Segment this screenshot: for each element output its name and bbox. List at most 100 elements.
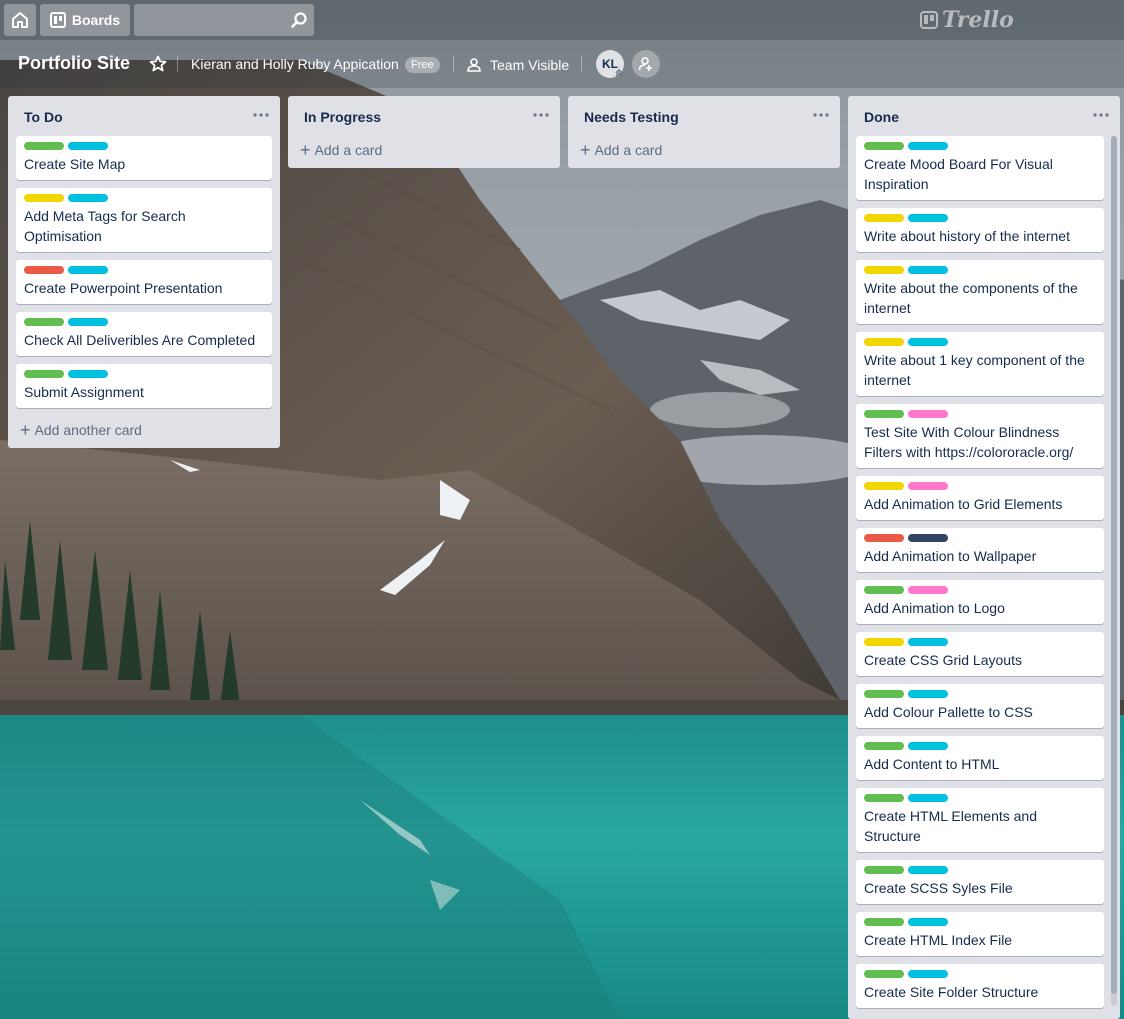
trello-logo-icon	[920, 11, 938, 29]
list-title[interactable]: Done	[864, 109, 899, 125]
label-sky[interactable]	[68, 370, 108, 378]
card[interactable]: Write about 1 key component of the inter…	[856, 332, 1104, 396]
add-card-button[interactable]: + Add another card	[16, 416, 272, 444]
label-green[interactable]	[864, 918, 904, 926]
card-labels	[864, 970, 1096, 978]
label-sky[interactable]	[908, 142, 948, 150]
label-yellow[interactable]	[864, 338, 904, 346]
add-card-button[interactable]: + Add a card	[296, 136, 552, 164]
label-green[interactable]	[24, 370, 64, 378]
card[interactable]: Add Meta Tags for Search Optimisation	[16, 188, 272, 252]
card[interactable]: Create CSS Grid Layouts	[856, 632, 1104, 676]
label-green[interactable]	[864, 866, 904, 874]
card[interactable]: Add Animation to Logo	[856, 580, 1104, 624]
scrollbar[interactable]	[1111, 136, 1117, 1006]
label-yellow[interactable]	[864, 638, 904, 646]
plan-badge: Free	[405, 57, 440, 73]
card[interactable]: Submit Assignment	[16, 364, 272, 408]
list-title[interactable]: In Progress	[304, 109, 381, 125]
card-labels	[864, 866, 1096, 874]
label-green[interactable]	[864, 410, 904, 418]
card[interactable]: Create Mood Board For Visual Inspiration	[856, 136, 1104, 200]
divider	[177, 56, 178, 72]
label-green[interactable]	[864, 742, 904, 750]
search-box[interactable]	[134, 4, 314, 36]
add-card-button[interactable]: + Add a card	[576, 136, 832, 164]
label-sky[interactable]	[908, 338, 948, 346]
list-title[interactable]: To Do	[24, 109, 63, 125]
label-green[interactable]	[864, 794, 904, 802]
card[interactable]: Write about the components of the intern…	[856, 260, 1104, 324]
card[interactable]: Add Animation to Grid Elements	[856, 476, 1104, 520]
card-title: Create Powerpoint Presentation	[24, 280, 223, 296]
label-sky[interactable]	[908, 742, 948, 750]
label-green[interactable]	[864, 142, 904, 150]
label-yellow[interactable]	[24, 194, 64, 202]
label-yellow[interactable]	[864, 214, 904, 222]
card[interactable]: Add Animation to Wallpaper	[856, 528, 1104, 572]
card[interactable]: Create HTML Index File	[856, 912, 1104, 956]
card[interactable]: Create Site Map	[16, 136, 272, 180]
label-green[interactable]	[864, 586, 904, 594]
label-pink[interactable]	[908, 482, 948, 490]
label-green[interactable]	[24, 142, 64, 150]
card-title: Check All Deliveribles Are Completed	[24, 332, 256, 348]
label-sky[interactable]	[908, 266, 948, 274]
label-sky[interactable]	[68, 266, 108, 274]
card[interactable]: Create Site Folder Structure	[856, 964, 1104, 1008]
label-sky[interactable]	[908, 638, 948, 646]
label-red[interactable]	[864, 534, 904, 542]
invite-button[interactable]	[632, 50, 660, 78]
label-sky[interactable]	[908, 866, 948, 874]
card-labels	[864, 918, 1096, 926]
label-yellow[interactable]	[864, 266, 904, 274]
boards-button[interactable]: Boards	[40, 4, 130, 36]
label-green[interactable]	[24, 318, 64, 326]
search-input[interactable]	[134, 4, 314, 36]
label-green[interactable]	[864, 690, 904, 698]
card[interactable]: Create Powerpoint Presentation	[16, 260, 272, 304]
label-sky[interactable]	[908, 214, 948, 222]
label-sky[interactable]	[68, 142, 108, 150]
trello-logo[interactable]: Trello	[920, 7, 1014, 33]
label-sky[interactable]	[68, 194, 108, 202]
label-red[interactable]	[24, 266, 64, 274]
more-icon[interactable]	[1092, 108, 1110, 122]
card[interactable]: Create HTML Elements and Structure	[856, 788, 1104, 852]
label-sky[interactable]	[908, 970, 948, 978]
card-labels	[864, 794, 1096, 802]
list-title[interactable]: Needs Testing	[584, 109, 679, 125]
scrollbar-thumb[interactable]	[1111, 136, 1117, 994]
card[interactable]: Add Colour Pallette to CSS	[856, 684, 1104, 728]
home-button[interactable]	[4, 4, 36, 36]
card-title: Add Animation to Grid Elements	[864, 496, 1063, 512]
divider	[453, 56, 454, 72]
more-icon[interactable]	[532, 108, 550, 122]
search-icon[interactable]	[290, 11, 308, 29]
card[interactable]: Test Site With Colour Blindness Filters …	[856, 404, 1104, 468]
label-yellow[interactable]	[864, 482, 904, 490]
card[interactable]: Check All Deliveribles Are Completed	[16, 312, 272, 356]
label-green[interactable]	[864, 970, 904, 978]
label-sky[interactable]	[908, 918, 948, 926]
more-icon[interactable]	[812, 108, 830, 122]
card[interactable]: Add Content to HTML	[856, 736, 1104, 780]
card-title: Create HTML Index File	[864, 932, 1013, 948]
label-black[interactable]	[908, 534, 948, 542]
label-pink[interactable]	[908, 410, 948, 418]
visibility-label: Team Visible	[490, 57, 570, 73]
card-title: Create Site Map	[24, 156, 126, 172]
board-title[interactable]: Portfolio Site	[18, 53, 130, 74]
visibility-button[interactable]: Team Visible	[466, 55, 569, 75]
team-icon	[467, 58, 481, 72]
more-icon[interactable]	[252, 108, 270, 122]
label-pink[interactable]	[908, 586, 948, 594]
card-title: Add Animation to Logo	[864, 600, 1005, 616]
label-sky[interactable]	[908, 690, 948, 698]
label-sky[interactable]	[68, 318, 108, 326]
card[interactable]: Write about history of the internet	[856, 208, 1104, 252]
team-name-button[interactable]: Kieran and Holly Ruby Appication	[191, 56, 399, 72]
star-icon[interactable]	[148, 54, 168, 74]
card[interactable]: Create SCSS Syles File	[856, 860, 1104, 904]
label-sky[interactable]	[908, 794, 948, 802]
